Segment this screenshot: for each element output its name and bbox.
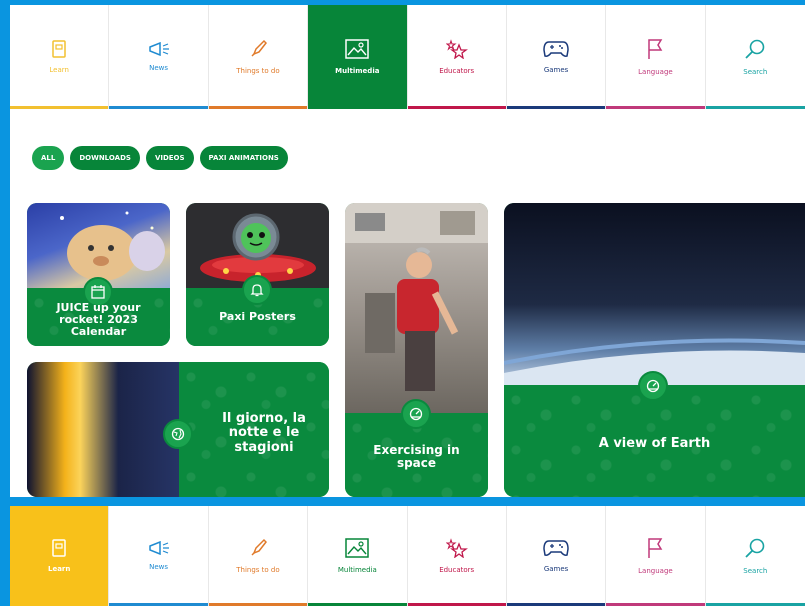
image-icon (345, 39, 370, 59)
nav-label: Multimedia (335, 67, 380, 75)
gauge-icon (409, 407, 423, 421)
nav-label: Language (638, 68, 673, 76)
bnav-search[interactable]: Search (705, 506, 805, 606)
nav-things-to-do[interactable]: Things to do (208, 5, 309, 109)
nav-label: Search (743, 68, 768, 76)
nav-underline (606, 106, 705, 109)
card-juice-calendar[interactable]: JUICE up your rocket! 2023 Calendar (27, 203, 170, 346)
flag-icon (648, 538, 663, 558)
search-icon (745, 538, 765, 558)
bnav-educators[interactable]: Educators (407, 506, 507, 606)
globe-icon (171, 427, 185, 441)
badge (163, 419, 193, 449)
nav-label: Games (543, 565, 569, 573)
card-paxi-posters[interactable]: Paxi Posters (186, 203, 329, 346)
filter-all[interactable]: ALL (32, 146, 65, 170)
filter-bar: ALL DOWNLOADS VIDEOS PAXI ANIMATIONS (32, 146, 288, 170)
card-image (504, 203, 805, 387)
nav-underline (10, 106, 109, 109)
bottom-nav: Learn News Things to do Multimedia Educa… (10, 506, 805, 606)
nav-label: Games (543, 66, 569, 74)
badge (638, 371, 668, 401)
calendar-icon (91, 285, 105, 299)
nav-label: Learn (49, 66, 69, 74)
flag-icon (648, 39, 663, 59)
card-image (27, 362, 179, 497)
nav-label: Language (638, 567, 673, 575)
nav-label: Search (743, 567, 768, 575)
filter-videos[interactable]: VIDEOS (145, 146, 194, 170)
badge (242, 275, 272, 305)
nav-search[interactable]: Search (705, 5, 805, 109)
badge (401, 399, 431, 429)
nav-label: Learn (48, 565, 71, 573)
nav-label: Things to do (236, 566, 280, 574)
filter-paxi-animations[interactable]: PAXI ANIMATIONS (199, 146, 288, 170)
card-view-of-earth[interactable]: A view of Earth (504, 203, 805, 497)
nav-language[interactable]: Language (606, 5, 706, 109)
megaphone-icon (148, 42, 169, 56)
card-image (345, 203, 488, 415)
card-title: A view of Earth (598, 436, 711, 451)
page-frame: Learn News Things to do Multimedia Educa… (10, 5, 805, 497)
gamepad-icon (543, 41, 569, 57)
top-nav: Learn News Things to do Multimedia Educa… (10, 5, 805, 109)
nav-underline (407, 106, 506, 109)
nav-underline (506, 106, 606, 109)
megaphone-icon (148, 541, 169, 555)
bell-icon (250, 284, 264, 297)
nav-label: Educators (439, 566, 475, 574)
gauge-icon (646, 379, 660, 393)
bnav-multimedia[interactable]: Multimedia (308, 506, 408, 606)
nav-label: Things to do (236, 67, 280, 75)
book-icon (52, 40, 66, 58)
nav-underline (109, 106, 208, 109)
bnav-things-to-do[interactable]: Things to do (208, 506, 309, 606)
stars-icon (445, 538, 468, 558)
rocket-icon (251, 538, 267, 556)
bnav-games[interactable]: Games (506, 506, 607, 606)
image-icon (345, 538, 370, 558)
card-title: Paxi Posters (219, 310, 296, 323)
nav-news[interactable]: News (109, 5, 209, 109)
bnav-learn[interactable]: Learn (10, 506, 110, 606)
stars-icon (445, 39, 468, 59)
book-icon (52, 539, 66, 557)
search-icon (745, 39, 765, 59)
rocket-icon (251, 39, 267, 57)
card-il-giorno[interactable]: Il giorno, la notte e le stagioni (27, 362, 329, 497)
bnav-news[interactable]: News (109, 506, 209, 606)
gamepad-icon (543, 540, 569, 556)
nav-educators[interactable]: Educators (407, 5, 507, 109)
nav-label: Educators (439, 67, 475, 75)
nav-label: Multimedia (337, 566, 377, 574)
nav-label: News (149, 563, 169, 571)
nav-games[interactable]: Games (506, 5, 607, 109)
nav-learn[interactable]: Learn (10, 5, 110, 109)
card-exercising-in-space[interactable]: Exercising in space (345, 203, 488, 497)
nav-label: News (149, 64, 169, 72)
nav-multimedia[interactable]: Multimedia (308, 5, 408, 109)
filter-downloads[interactable]: DOWNLOADS (70, 146, 140, 170)
nav-underline (705, 106, 805, 109)
card-title: JUICE up your rocket! 2023 Calendar (56, 301, 141, 339)
bnav-language[interactable]: Language (606, 506, 706, 606)
card-title: Il giorno, la notte e le stagioni (222, 411, 306, 455)
nav-underline (208, 106, 308, 109)
card-title: Exercising in space (373, 443, 460, 471)
